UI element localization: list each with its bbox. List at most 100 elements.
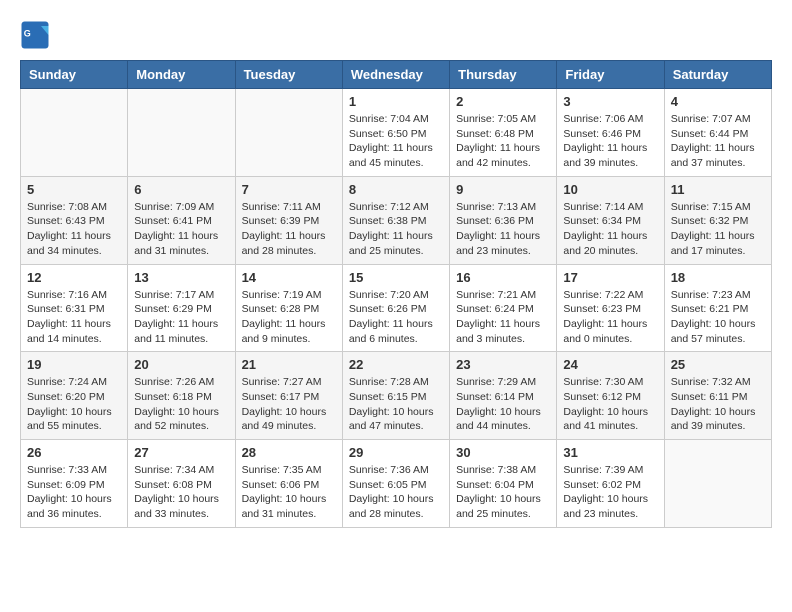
day-info: Sunrise: 7:13 AM Sunset: 6:36 PM Dayligh… [456, 200, 550, 259]
day-number: 31 [563, 445, 657, 460]
calendar-cell: 17 Sunrise: 7:22 AM Sunset: 6:23 PM Dayli… [557, 264, 664, 352]
day-info: Sunrise: 7:09 AM Sunset: 6:41 PM Dayligh… [134, 200, 228, 259]
day-info: Sunrise: 7:23 AM Sunset: 6:21 PM Dayligh… [671, 288, 765, 347]
day-info: Sunrise: 7:24 AM Sunset: 6:20 PM Dayligh… [27, 375, 121, 434]
day-info: Sunrise: 7:33 AM Sunset: 6:09 PM Dayligh… [27, 463, 121, 522]
day-number: 3 [563, 94, 657, 109]
calendar-cell: 5 Sunrise: 7:08 AM Sunset: 6:43 PM Daylig… [21, 176, 128, 264]
calendar-week-4: 19 Sunrise: 7:24 AM Sunset: 6:20 PM Dayli… [21, 352, 772, 440]
calendar-week-2: 5 Sunrise: 7:08 AM Sunset: 6:43 PM Daylig… [21, 176, 772, 264]
day-info: Sunrise: 7:20 AM Sunset: 6:26 PM Dayligh… [349, 288, 443, 347]
day-number: 18 [671, 270, 765, 285]
day-info: Sunrise: 7:14 AM Sunset: 6:34 PM Dayligh… [563, 200, 657, 259]
day-number: 12 [27, 270, 121, 285]
calendar-cell [235, 89, 342, 177]
calendar-cell: 22 Sunrise: 7:28 AM Sunset: 6:15 PM Dayli… [342, 352, 449, 440]
day-info: Sunrise: 7:17 AM Sunset: 6:29 PM Dayligh… [134, 288, 228, 347]
day-info: Sunrise: 7:15 AM Sunset: 6:32 PM Dayligh… [671, 200, 765, 259]
calendar-cell: 14 Sunrise: 7:19 AM Sunset: 6:28 PM Dayli… [235, 264, 342, 352]
day-info: Sunrise: 7:22 AM Sunset: 6:23 PM Dayligh… [563, 288, 657, 347]
calendar-cell: 16 Sunrise: 7:21 AM Sunset: 6:24 PM Dayli… [450, 264, 557, 352]
calendar-cell: 31 Sunrise: 7:39 AM Sunset: 6:02 PM Dayli… [557, 440, 664, 528]
day-header-sunday: Sunday [21, 61, 128, 89]
calendar-cell: 9Sunrise: 7:13 AM Sunset: 6:36 PM Daylig… [450, 176, 557, 264]
calendar-cell: 27 Sunrise: 7:34 AM Sunset: 6:08 PM Dayli… [128, 440, 235, 528]
day-info: Sunrise: 7:32 AM Sunset: 6:11 PM Dayligh… [671, 375, 765, 434]
day-number: 17 [563, 270, 657, 285]
calendar-cell: 1 Sunrise: 7:04 AM Sunset: 6:50 PM Daylig… [342, 89, 449, 177]
day-number: 21 [242, 357, 336, 372]
day-number: 15 [349, 270, 443, 285]
day-info: Sunrise: 7:19 AM Sunset: 6:28 PM Dayligh… [242, 288, 336, 347]
calendar-cell: 3 Sunrise: 7:06 AM Sunset: 6:46 PM Daylig… [557, 89, 664, 177]
calendar-cell: 21 Sunrise: 7:27 AM Sunset: 6:17 PM Dayli… [235, 352, 342, 440]
day-number: 20 [134, 357, 228, 372]
day-info: Sunrise: 7:07 AM Sunset: 6:44 PM Dayligh… [671, 112, 765, 171]
calendar-cell: 8Sunrise: 7:12 AM Sunset: 6:38 PM Daylig… [342, 176, 449, 264]
day-number: 7 [242, 182, 336, 197]
day-number: 25 [671, 357, 765, 372]
day-number: 23 [456, 357, 550, 372]
calendar-cell [21, 89, 128, 177]
day-number: 16 [456, 270, 550, 285]
calendar-cell: 15 Sunrise: 7:20 AM Sunset: 6:26 PM Dayli… [342, 264, 449, 352]
day-info: Sunrise: 7:21 AM Sunset: 6:24 PM Dayligh… [456, 288, 550, 347]
day-header-friday: Friday [557, 61, 664, 89]
calendar-cell: 12Sunrise: 7:16 AM Sunset: 6:31 PM Dayli… [21, 264, 128, 352]
calendar-cell: 26 Sunrise: 7:33 AM Sunset: 6:09 PM Dayli… [21, 440, 128, 528]
calendar-cell: 2Sunrise: 7:05 AM Sunset: 6:48 PM Daylig… [450, 89, 557, 177]
day-number: 8 [349, 182, 443, 197]
logo-icon: G [20, 20, 50, 50]
day-info: Sunrise: 7:11 AM Sunset: 6:39 PM Dayligh… [242, 200, 336, 259]
calendar-cell: 6 Sunrise: 7:09 AM Sunset: 6:41 PM Daylig… [128, 176, 235, 264]
calendar-cell: 7 Sunrise: 7:11 AM Sunset: 6:39 PM Daylig… [235, 176, 342, 264]
day-info: Sunrise: 7:06 AM Sunset: 6:46 PM Dayligh… [563, 112, 657, 171]
day-number: 11 [671, 182, 765, 197]
day-header-wednesday: Wednesday [342, 61, 449, 89]
day-number: 27 [134, 445, 228, 460]
day-info: Sunrise: 7:08 AM Sunset: 6:43 PM Dayligh… [27, 200, 121, 259]
calendar-cell: 29 Sunrise: 7:36 AM Sunset: 6:05 PM Dayli… [342, 440, 449, 528]
calendar-cell: 11 Sunrise: 7:15 AM Sunset: 6:32 PM Dayli… [664, 176, 771, 264]
day-number: 14 [242, 270, 336, 285]
day-info: Sunrise: 7:30 AM Sunset: 6:12 PM Dayligh… [563, 375, 657, 434]
day-info: Sunrise: 7:29 AM Sunset: 6:14 PM Dayligh… [456, 375, 550, 434]
day-number: 29 [349, 445, 443, 460]
day-info: Sunrise: 7:27 AM Sunset: 6:17 PM Dayligh… [242, 375, 336, 434]
day-number: 13 [134, 270, 228, 285]
day-header-monday: Monday [128, 61, 235, 89]
day-info: Sunrise: 7:39 AM Sunset: 6:02 PM Dayligh… [563, 463, 657, 522]
day-info: Sunrise: 7:26 AM Sunset: 6:18 PM Dayligh… [134, 375, 228, 434]
logo: G [20, 20, 54, 50]
day-number: 4 [671, 94, 765, 109]
calendar-week-3: 12Sunrise: 7:16 AM Sunset: 6:31 PM Dayli… [21, 264, 772, 352]
day-number: 19 [27, 357, 121, 372]
day-info: Sunrise: 7:04 AM Sunset: 6:50 PM Dayligh… [349, 112, 443, 171]
day-number: 26 [27, 445, 121, 460]
day-number: 1 [349, 94, 443, 109]
day-number: 10 [563, 182, 657, 197]
calendar-cell: 18 Sunrise: 7:23 AM Sunset: 6:21 PM Dayli… [664, 264, 771, 352]
day-number: 28 [242, 445, 336, 460]
day-number: 30 [456, 445, 550, 460]
day-info: Sunrise: 7:36 AM Sunset: 6:05 PM Dayligh… [349, 463, 443, 522]
day-info: Sunrise: 7:34 AM Sunset: 6:08 PM Dayligh… [134, 463, 228, 522]
day-info: Sunrise: 7:35 AM Sunset: 6:06 PM Dayligh… [242, 463, 336, 522]
calendar-week-1: 1 Sunrise: 7:04 AM Sunset: 6:50 PM Daylig… [21, 89, 772, 177]
day-number: 5 [27, 182, 121, 197]
day-info: Sunrise: 7:38 AM Sunset: 6:04 PM Dayligh… [456, 463, 550, 522]
day-number: 6 [134, 182, 228, 197]
day-header-thursday: Thursday [450, 61, 557, 89]
day-number: 22 [349, 357, 443, 372]
calendar-cell: 13 Sunrise: 7:17 AM Sunset: 6:29 PM Dayli… [128, 264, 235, 352]
day-number: 2 [456, 94, 550, 109]
calendar-cell: 25 Sunrise: 7:32 AM Sunset: 6:11 PM Dayli… [664, 352, 771, 440]
calendar-cell: 19 Sunrise: 7:24 AM Sunset: 6:20 PM Dayli… [21, 352, 128, 440]
calendar-cell: 24 Sunrise: 7:30 AM Sunset: 6:12 PM Dayli… [557, 352, 664, 440]
day-number: 24 [563, 357, 657, 372]
day-header-saturday: Saturday [664, 61, 771, 89]
day-info: Sunrise: 7:28 AM Sunset: 6:15 PM Dayligh… [349, 375, 443, 434]
calendar-cell [664, 440, 771, 528]
calendar-cell [128, 89, 235, 177]
page-header: G [20, 20, 772, 50]
